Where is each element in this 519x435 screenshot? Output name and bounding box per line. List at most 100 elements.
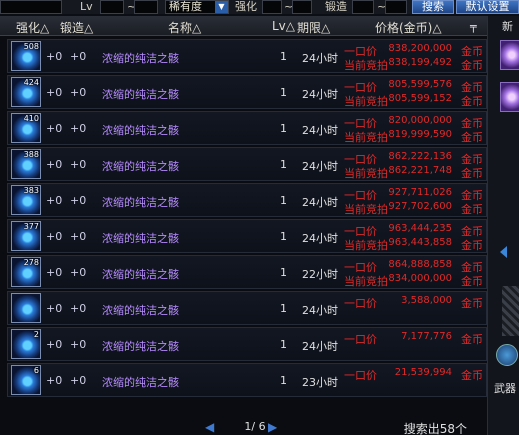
item-enhance: +0 xyxy=(46,86,63,99)
col-forge[interactable]: 锻造△ xyxy=(60,19,93,36)
forge-max-input[interactable] xyxy=(385,0,407,14)
enhance-min-input[interactable] xyxy=(262,0,282,14)
item-forge: +0 xyxy=(70,230,87,243)
item-name: 浓缩的纯洁之骸 xyxy=(102,88,179,101)
col-duration[interactable]: 期限△ xyxy=(297,19,330,36)
item-count: 383 xyxy=(23,186,39,195)
item-time: 24小时 xyxy=(302,88,338,101)
refresh-icon[interactable] xyxy=(496,344,518,366)
pin-icon[interactable]: ╤ xyxy=(470,20,477,33)
lv-min-input[interactable] xyxy=(100,0,124,14)
list-item[interactable]: 2 +0 +0 浓缩的纯洁之骸 1 24小时 一口价 7,177,776 金币 xyxy=(7,327,487,361)
item-forge: +0 xyxy=(70,266,87,279)
currency-label: 金币 xyxy=(461,131,483,144)
slot-item-icon[interactable] xyxy=(500,82,519,112)
current-bid-price: 834,000,000 xyxy=(388,273,452,284)
col-lv[interactable]: Lv△ xyxy=(272,19,295,33)
current-bid-label: 当前竞拍 xyxy=(344,239,388,252)
item-forge: +0 xyxy=(70,158,87,171)
result-count: 搜索出58个 xyxy=(403,422,467,435)
next-page-icon[interactable]: ▶ xyxy=(268,421,282,433)
item-icon: 383 xyxy=(11,185,41,215)
scrollbar[interactable] xyxy=(502,286,519,336)
item-icon: 424 xyxy=(11,77,41,107)
item-icon: 2 xyxy=(11,329,41,359)
item-icon: 377 xyxy=(11,221,41,251)
item-name: 浓缩的纯洁之骸 xyxy=(102,160,179,173)
rarity-select-value: 稀有度 xyxy=(169,0,202,13)
currency-label: 金币 xyxy=(461,333,483,346)
current-bid-label: 当前竞拍 xyxy=(344,95,388,108)
item-time: 24小时 xyxy=(302,304,338,317)
buyout-price: 838,200,000 xyxy=(388,43,452,54)
buyout-price: 864,888,858 xyxy=(388,259,452,270)
item-icon: 278 xyxy=(11,257,41,287)
item-time: 22小时 xyxy=(302,268,338,281)
item-name: 浓缩的纯洁之骸 xyxy=(102,124,179,137)
buyout-label: 一口价 xyxy=(344,369,377,382)
enhance-max-input[interactable] xyxy=(292,0,312,14)
col-enhance[interactable]: 强化△ xyxy=(16,19,49,36)
current-bid-price: 963,443,858 xyxy=(388,237,452,248)
item-forge: +0 xyxy=(70,194,87,207)
item-lv: 1 xyxy=(280,194,287,207)
currency-label: 金币 xyxy=(461,369,483,382)
list-item[interactable]: 278 +0 +0 浓缩的纯洁之骸 1 22小时 一口价 864,888,858… xyxy=(7,255,487,289)
slot-item-icon[interactable] xyxy=(500,40,519,70)
list-item[interactable]: 508 +0 +0 浓缩的纯洁之骸 1 24小时 一口价 838,200,000… xyxy=(7,39,487,73)
item-icon: 388 xyxy=(11,149,41,179)
item-lv: 1 xyxy=(280,338,287,351)
chevron-down-icon[interactable]: ▼ xyxy=(215,1,228,13)
item-name: 浓缩的纯洁之骸 xyxy=(102,376,179,389)
item-count: 508 xyxy=(23,42,39,51)
col-price[interactable]: 价格(金币)△ xyxy=(375,19,442,36)
list-item[interactable]: 424 +0 +0 浓缩的纯洁之骸 1 24小时 一口价 805,599,576… xyxy=(7,75,487,109)
currency-label: 金币 xyxy=(461,59,483,72)
list-item[interactable]: +0 +0 浓缩的纯洁之骸 1 24小时 一口价 3,588,000 金币 xyxy=(7,291,487,325)
item-forge: +0 xyxy=(70,374,87,387)
rarity-select[interactable]: 稀有度 ▼ xyxy=(165,0,229,14)
item-time: 24小时 xyxy=(302,196,338,209)
item-count: 6 xyxy=(33,366,39,375)
side-top-label: 新 xyxy=(502,20,513,33)
search-button[interactable]: 搜索 xyxy=(412,0,454,14)
buyout-price: 963,444,235 xyxy=(388,223,452,234)
item-count: 377 xyxy=(23,222,39,231)
list-item[interactable]: 383 +0 +0 浓缩的纯洁之骸 1 24小时 一口价 927,711,026… xyxy=(7,183,487,217)
item-name: 浓缩的纯洁之骸 xyxy=(102,52,179,65)
search-bar: Lv ~ 稀有度 ▼ 强化 ~ 锻造 ~ 搜索 默认设置 xyxy=(0,0,519,14)
list-item[interactable]: 377 +0 +0 浓缩的纯洁之骸 1 24小时 一口价 963,444,235… xyxy=(7,219,487,253)
category-weapon-label[interactable]: 武器 xyxy=(494,380,516,396)
list-item[interactable]: 388 +0 +0 浓缩的纯洁之骸 1 24小时 一口价 862,222,136… xyxy=(7,147,487,181)
item-icon xyxy=(11,293,41,323)
buyout-price: 21,539,994 xyxy=(394,367,452,378)
list-item[interactable]: 410 +0 +0 浓缩的纯洁之骸 1 24小时 一口价 820,000,000… xyxy=(7,111,487,145)
item-time: 24小时 xyxy=(302,124,338,137)
lv-label: Lv xyxy=(80,0,93,13)
col-name[interactable]: 名称△ xyxy=(168,19,201,36)
item-enhance: +0 xyxy=(46,230,63,243)
buyout-price: 820,000,000 xyxy=(388,115,452,126)
item-enhance: +0 xyxy=(46,194,63,207)
prev-page-icon[interactable]: ◀ xyxy=(205,421,219,433)
item-count: 388 xyxy=(23,150,39,159)
currency-label: 金币 xyxy=(461,297,483,310)
collapse-arrow-icon[interactable] xyxy=(500,246,507,258)
item-count: 424 xyxy=(23,78,39,87)
item-enhance: +0 xyxy=(46,50,63,63)
current-bid-label: 当前竞拍 xyxy=(344,131,388,144)
item-time: 24小时 xyxy=(302,52,338,65)
item-count: 410 xyxy=(23,114,39,123)
item-name-input[interactable] xyxy=(0,0,62,14)
item-icon: 508 xyxy=(11,41,41,71)
forge-filter-label: 锻造 xyxy=(325,0,347,13)
forge-min-input[interactable] xyxy=(352,0,374,14)
enhance-filter-label: 强化 xyxy=(235,0,257,13)
item-name: 浓缩的纯洁之骸 xyxy=(102,304,179,317)
item-lv: 1 xyxy=(280,302,287,315)
default-settings-button[interactable]: 默认设置 xyxy=(456,0,519,14)
buyout-price: 862,222,136 xyxy=(388,151,452,162)
list-item[interactable]: 6 +0 +0 浓缩的纯洁之骸 1 23小时 一口价 21,539,994 金币 xyxy=(7,363,487,397)
lv-max-input[interactable] xyxy=(134,0,158,14)
item-forge: +0 xyxy=(70,50,87,63)
